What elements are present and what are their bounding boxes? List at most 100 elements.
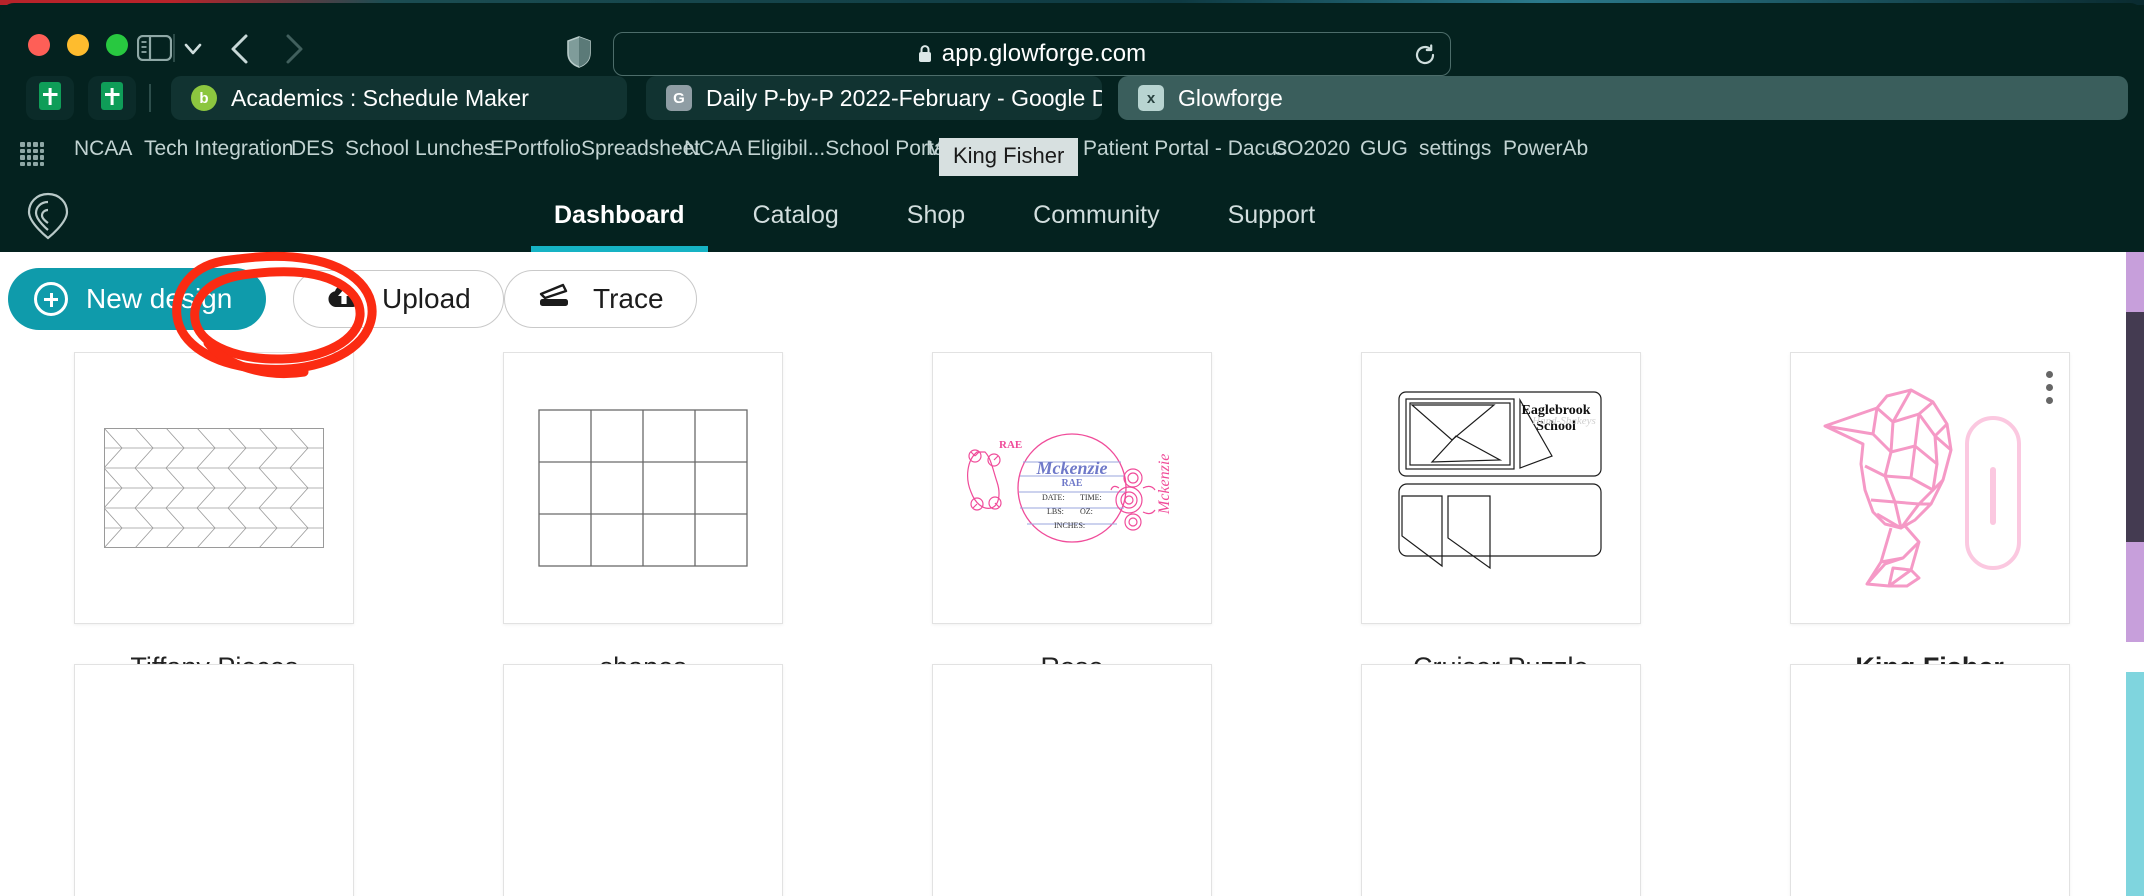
new-design-button[interactable]: New design xyxy=(8,268,266,330)
browser-chrome: app.glowforge.com xyxy=(0,0,2144,252)
bookmark-co2020[interactable]: CO2020 xyxy=(1272,137,1350,161)
designs-row: Tiffany Pieces xyxy=(0,352,2144,683)
design-card-row2-4[interactable] xyxy=(1286,664,1715,896)
design-card-king-fisher[interactable]: King Fisher xyxy=(1715,352,2144,683)
nav-tab-dashboard[interactable]: Dashboard xyxy=(520,178,719,252)
apps-grid-icon[interactable] xyxy=(20,142,44,166)
design-card-shapes[interactable]: shapes xyxy=(429,352,858,683)
bookmark-des[interactable]: DES xyxy=(291,137,334,161)
back-button[interactable] xyxy=(226,32,256,66)
design-thumbnail[interactable] xyxy=(1790,352,2070,624)
browser-tab-google-docs[interactable]: G Daily P-by-P 2022-February - Google Do… xyxy=(646,76,1102,120)
pinned-tab-2[interactable] xyxy=(88,76,136,120)
svg-text:TIME:: TIME: xyxy=(1080,493,1102,502)
bookmark-tech-integration[interactable]: Tech Integration xyxy=(144,137,293,161)
reload-icon[interactable] xyxy=(1414,44,1436,66)
bookmark-school-lunches[interactable]: School Lunches xyxy=(345,137,494,161)
tab-strip: b Academics : Schedule Maker G Daily P-b… xyxy=(0,76,2144,124)
nav-tab-label: Support xyxy=(1228,201,1316,230)
bookmark-settings[interactable]: settings xyxy=(1419,137,1491,161)
bookmark-ncaa-eligibility[interactable]: NCAA Eligibil...School Portal xyxy=(684,137,950,161)
nav-tab-community[interactable]: Community xyxy=(999,178,1193,252)
svg-text:Mckenzie: Mckenzie xyxy=(1035,458,1107,478)
design-thumbnail[interactable] xyxy=(74,664,354,896)
svg-text:LBS:: LBS: xyxy=(1047,507,1064,516)
trace-label: Trace xyxy=(593,283,664,315)
trace-button[interactable]: Trace xyxy=(504,270,697,328)
bookmark-tooltip: King Fisher xyxy=(939,138,1078,176)
chevron-pattern-art xyxy=(104,428,324,548)
design-thumbnail[interactable] xyxy=(503,352,783,624)
upload-label: Upload xyxy=(382,283,471,315)
window-controls[interactable] xyxy=(28,34,128,56)
browser-tab-academics[interactable]: b Academics : Schedule Maker xyxy=(171,76,627,120)
svg-text:DATE:: DATE: xyxy=(1042,493,1065,502)
svg-text:RAE: RAE xyxy=(999,439,1022,451)
new-design-label: New design xyxy=(86,283,232,315)
nav-tab-label: Dashboard xyxy=(554,201,685,230)
birth-announcement-art: RAE Mckenzie RAE DATE: T xyxy=(947,418,1197,558)
design-thumbnail[interactable]: Eaglebrook School Hand-Shakeys xyxy=(1361,352,1641,624)
design-thumbnail[interactable] xyxy=(932,664,1212,896)
design-thumbnail[interactable]: RAE Mckenzie RAE DATE: T xyxy=(932,352,1212,624)
tab-label: Daily P-by-P 2022-February - Google Docs xyxy=(706,85,1102,112)
upload-button[interactable]: Upload xyxy=(293,270,504,328)
tab-label: Glowforge xyxy=(1178,85,1283,112)
nav-tab-support[interactable]: Support xyxy=(1194,178,1350,252)
toolbar-divider xyxy=(173,34,175,62)
sheets-icon xyxy=(99,81,125,116)
chevron-down-icon[interactable] xyxy=(181,38,205,60)
design-card-row2-2[interactable] xyxy=(429,664,858,896)
bookmark-powerab[interactable]: PowerAb xyxy=(1503,137,1588,161)
privacy-shield-icon[interactable] xyxy=(566,36,592,68)
pinned-tab-1[interactable] xyxy=(26,76,74,120)
glowforge-nav-tabs: Dashboard Catalog Shop Community Support xyxy=(520,178,1349,252)
bookmark-eportfolio[interactable]: EPortfolioSpreadsheet xyxy=(490,137,700,161)
design-card-tiffany-pieces[interactable]: Tiffany Pieces xyxy=(0,352,429,683)
design-thumbnail[interactable] xyxy=(1790,664,2070,896)
right-edge-strip[interactable] xyxy=(2126,252,2144,896)
puzzle-pieces-art: Eaglebrook School Hand-Shakeys xyxy=(1396,388,1606,588)
kingfisher-bird-art xyxy=(1815,378,2045,598)
grid-pattern-art xyxy=(538,409,748,567)
design-card-row2-1[interactable] xyxy=(0,664,429,896)
glowforge-logo-icon[interactable] xyxy=(22,190,74,242)
nav-tab-label: Catalog xyxy=(753,201,839,230)
nav-tab-catalog[interactable]: Catalog xyxy=(719,178,873,252)
glowforge-nav: Dashboard Catalog Shop Community Support xyxy=(0,178,2144,252)
nav-tab-label: Shop xyxy=(907,201,965,230)
close-window-button[interactable] xyxy=(28,34,50,56)
design-card-rose[interactable]: RAE Mckenzie RAE DATE: T xyxy=(858,352,1287,683)
sheets-icon xyxy=(37,81,63,116)
browser-toolbar: app.glowforge.com xyxy=(0,14,2144,70)
url-text: app.glowforge.com xyxy=(942,40,1146,68)
bookmark-gug[interactable]: GUG xyxy=(1360,137,1408,161)
maximize-window-button[interactable] xyxy=(106,34,128,56)
tab-divider xyxy=(149,84,151,112)
design-thumbnail[interactable] xyxy=(74,352,354,624)
design-card-row2-3[interactable] xyxy=(858,664,1287,896)
address-bar[interactable]: app.glowforge.com xyxy=(613,32,1451,76)
design-card-row2-5[interactable] xyxy=(1715,664,2144,896)
svg-text:Mckenzie: Mckenzie xyxy=(1156,454,1173,515)
design-thumbnail[interactable] xyxy=(1361,664,1641,896)
designs-row xyxy=(0,664,2144,896)
design-options-menu-icon[interactable] xyxy=(2046,371,2053,404)
nav-tab-shop[interactable]: Shop xyxy=(873,178,999,252)
svg-text:INCHES:: INCHES: xyxy=(1054,521,1085,530)
bookmark-patient-portal[interactable]: Patient Portal - Dacus xyxy=(1083,137,1287,161)
svg-text:RAE: RAE xyxy=(1061,478,1082,489)
lock-icon xyxy=(918,45,932,63)
design-thumbnail[interactable] xyxy=(503,664,783,896)
tab-favicon: b xyxy=(191,85,217,111)
design-card-cruiser-puzzle[interactable]: Eaglebrook School Hand-Shakeys Cruiser P… xyxy=(1286,352,1715,683)
tab-favicon: G xyxy=(666,85,692,111)
browser-tab-glowforge[interactable]: x Glowforge xyxy=(1118,76,2128,120)
design-toolbar: New design Upload Trace xyxy=(0,268,2144,334)
svg-text:Hand-Shakeys: Hand-Shakeys xyxy=(1531,415,1596,427)
sidebar-icon[interactable] xyxy=(137,35,172,61)
forward-button[interactable] xyxy=(278,32,308,66)
bookmark-ncaa[interactable]: NCAA xyxy=(74,137,132,161)
minimize-window-button[interactable] xyxy=(67,34,89,56)
nav-tab-label: Community xyxy=(1033,201,1159,230)
